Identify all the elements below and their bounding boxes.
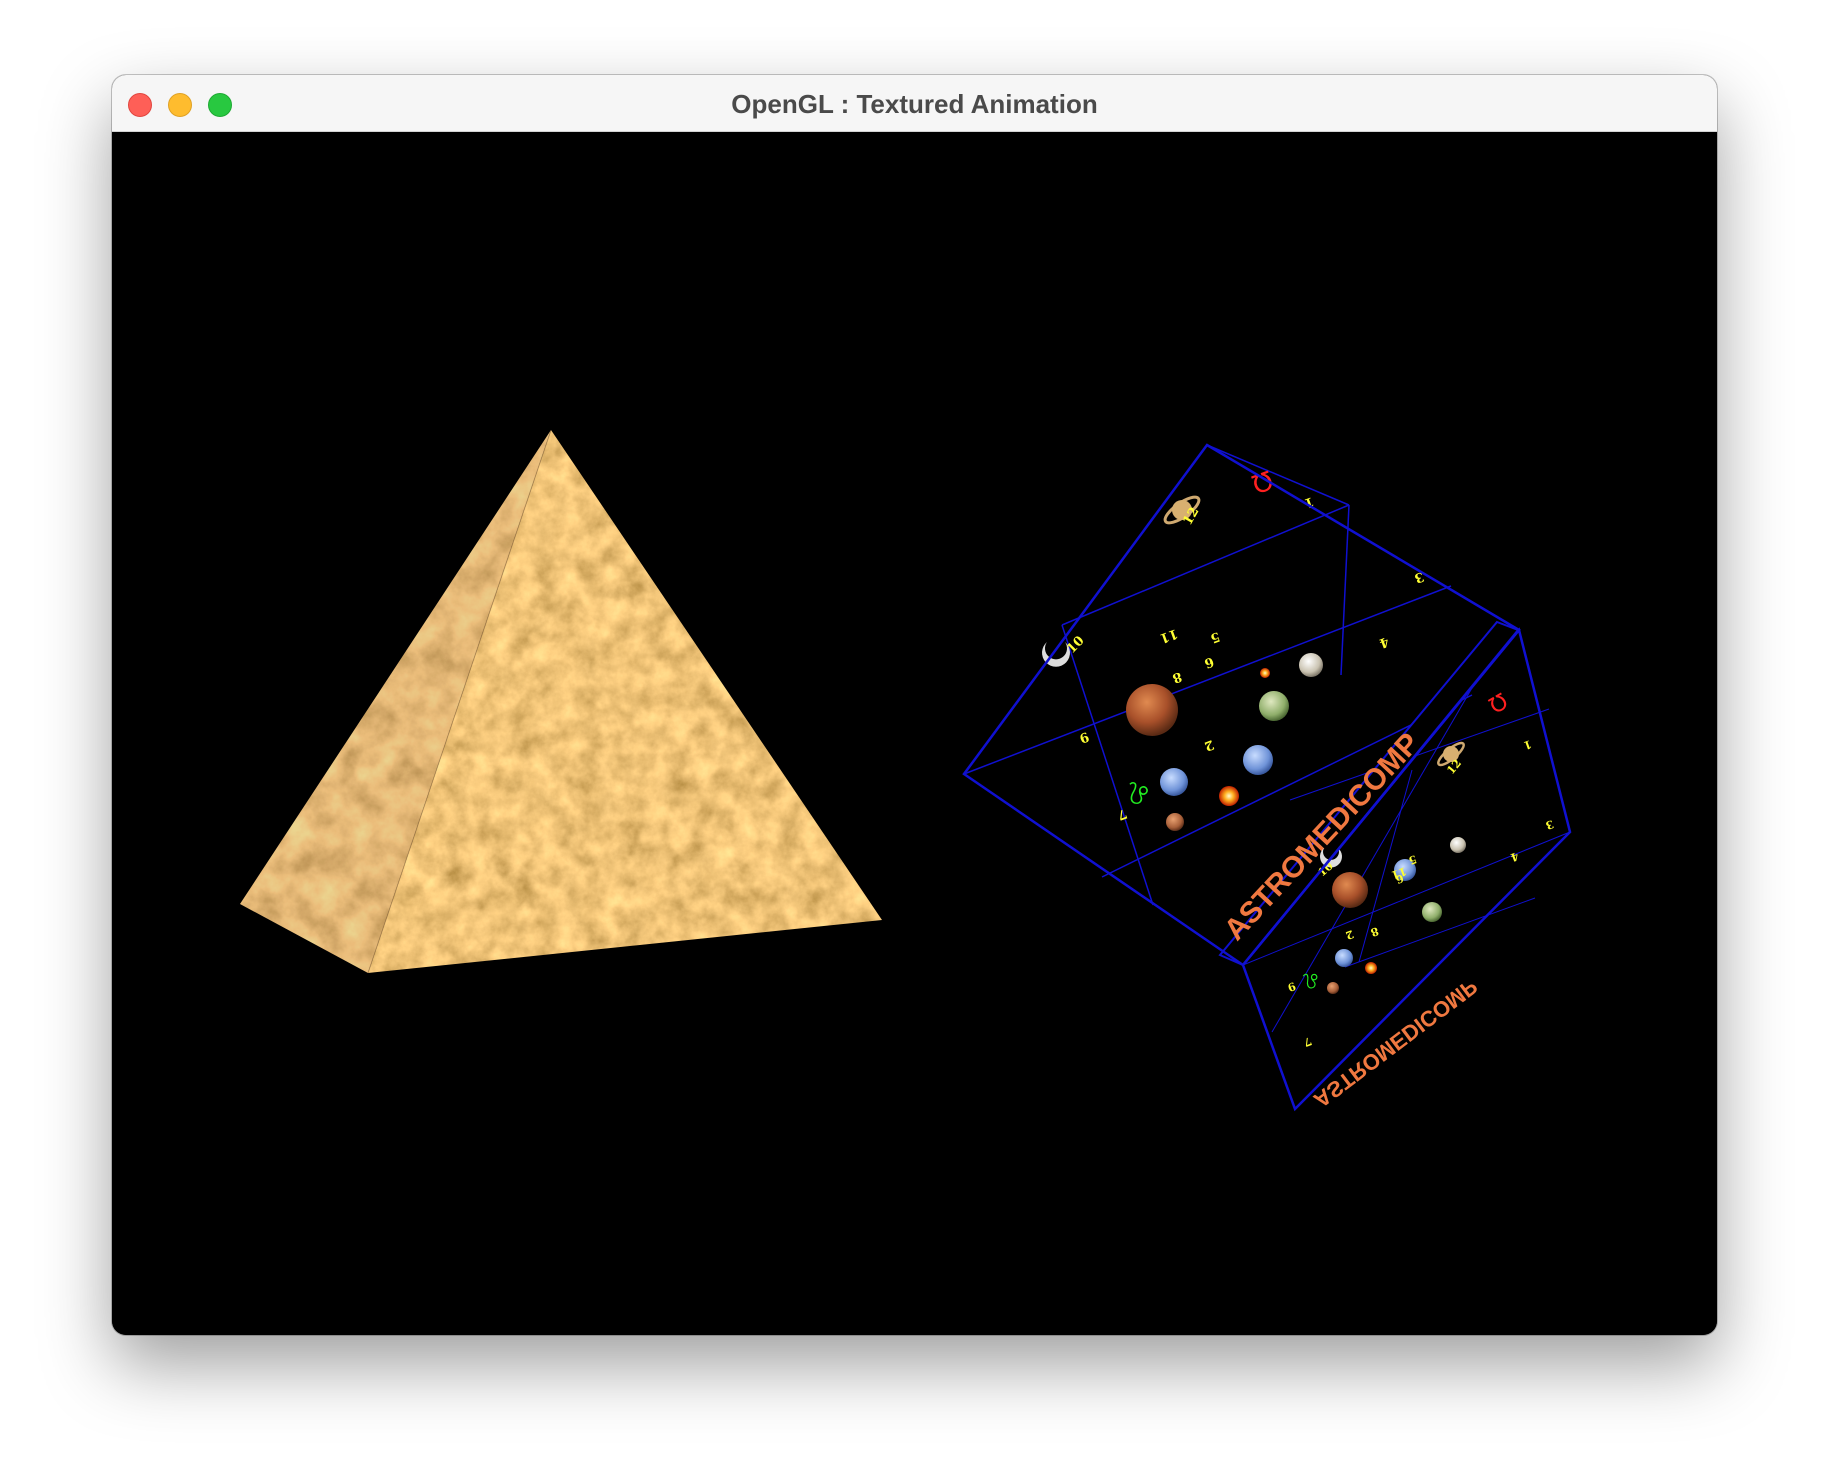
venus-planet: [1166, 813, 1184, 831]
opengl-viewport[interactable]: ASTROMEDICOMP ASTROMEDICOMP ♌ Ω 1 3 4 5 …: [112, 132, 1717, 1335]
moon-planet: [1299, 653, 1323, 677]
small-sun: [1260, 668, 1270, 678]
app-window: OpenGL : Textured Animation ASTROMEDICOM…: [112, 75, 1717, 1335]
jupiter-planet: [1259, 691, 1289, 721]
neptune-planet: [1243, 745, 1273, 775]
title-bar[interactable]: OpenGL : Textured Animation: [112, 75, 1717, 132]
mars-planet: [1126, 684, 1178, 736]
textured-pyramid: [240, 429, 882, 974]
uranus-planet: [1160, 768, 1188, 796]
leo-glyph-top: ♌: [1125, 774, 1152, 809]
textured-cube: ASTROMEDICOMP ASTROMEDICOMP ♌ Ω 1 3 4 5 …: [962, 443, 1572, 1113]
sun-star: [1219, 786, 1239, 806]
window-title: OpenGL : Textured Animation: [731, 89, 1098, 119]
scene-canvas: ASTROMEDICOMP ASTROMEDICOMP ♌ Ω 1 3 4 5 …: [240, 429, 1572, 1113]
